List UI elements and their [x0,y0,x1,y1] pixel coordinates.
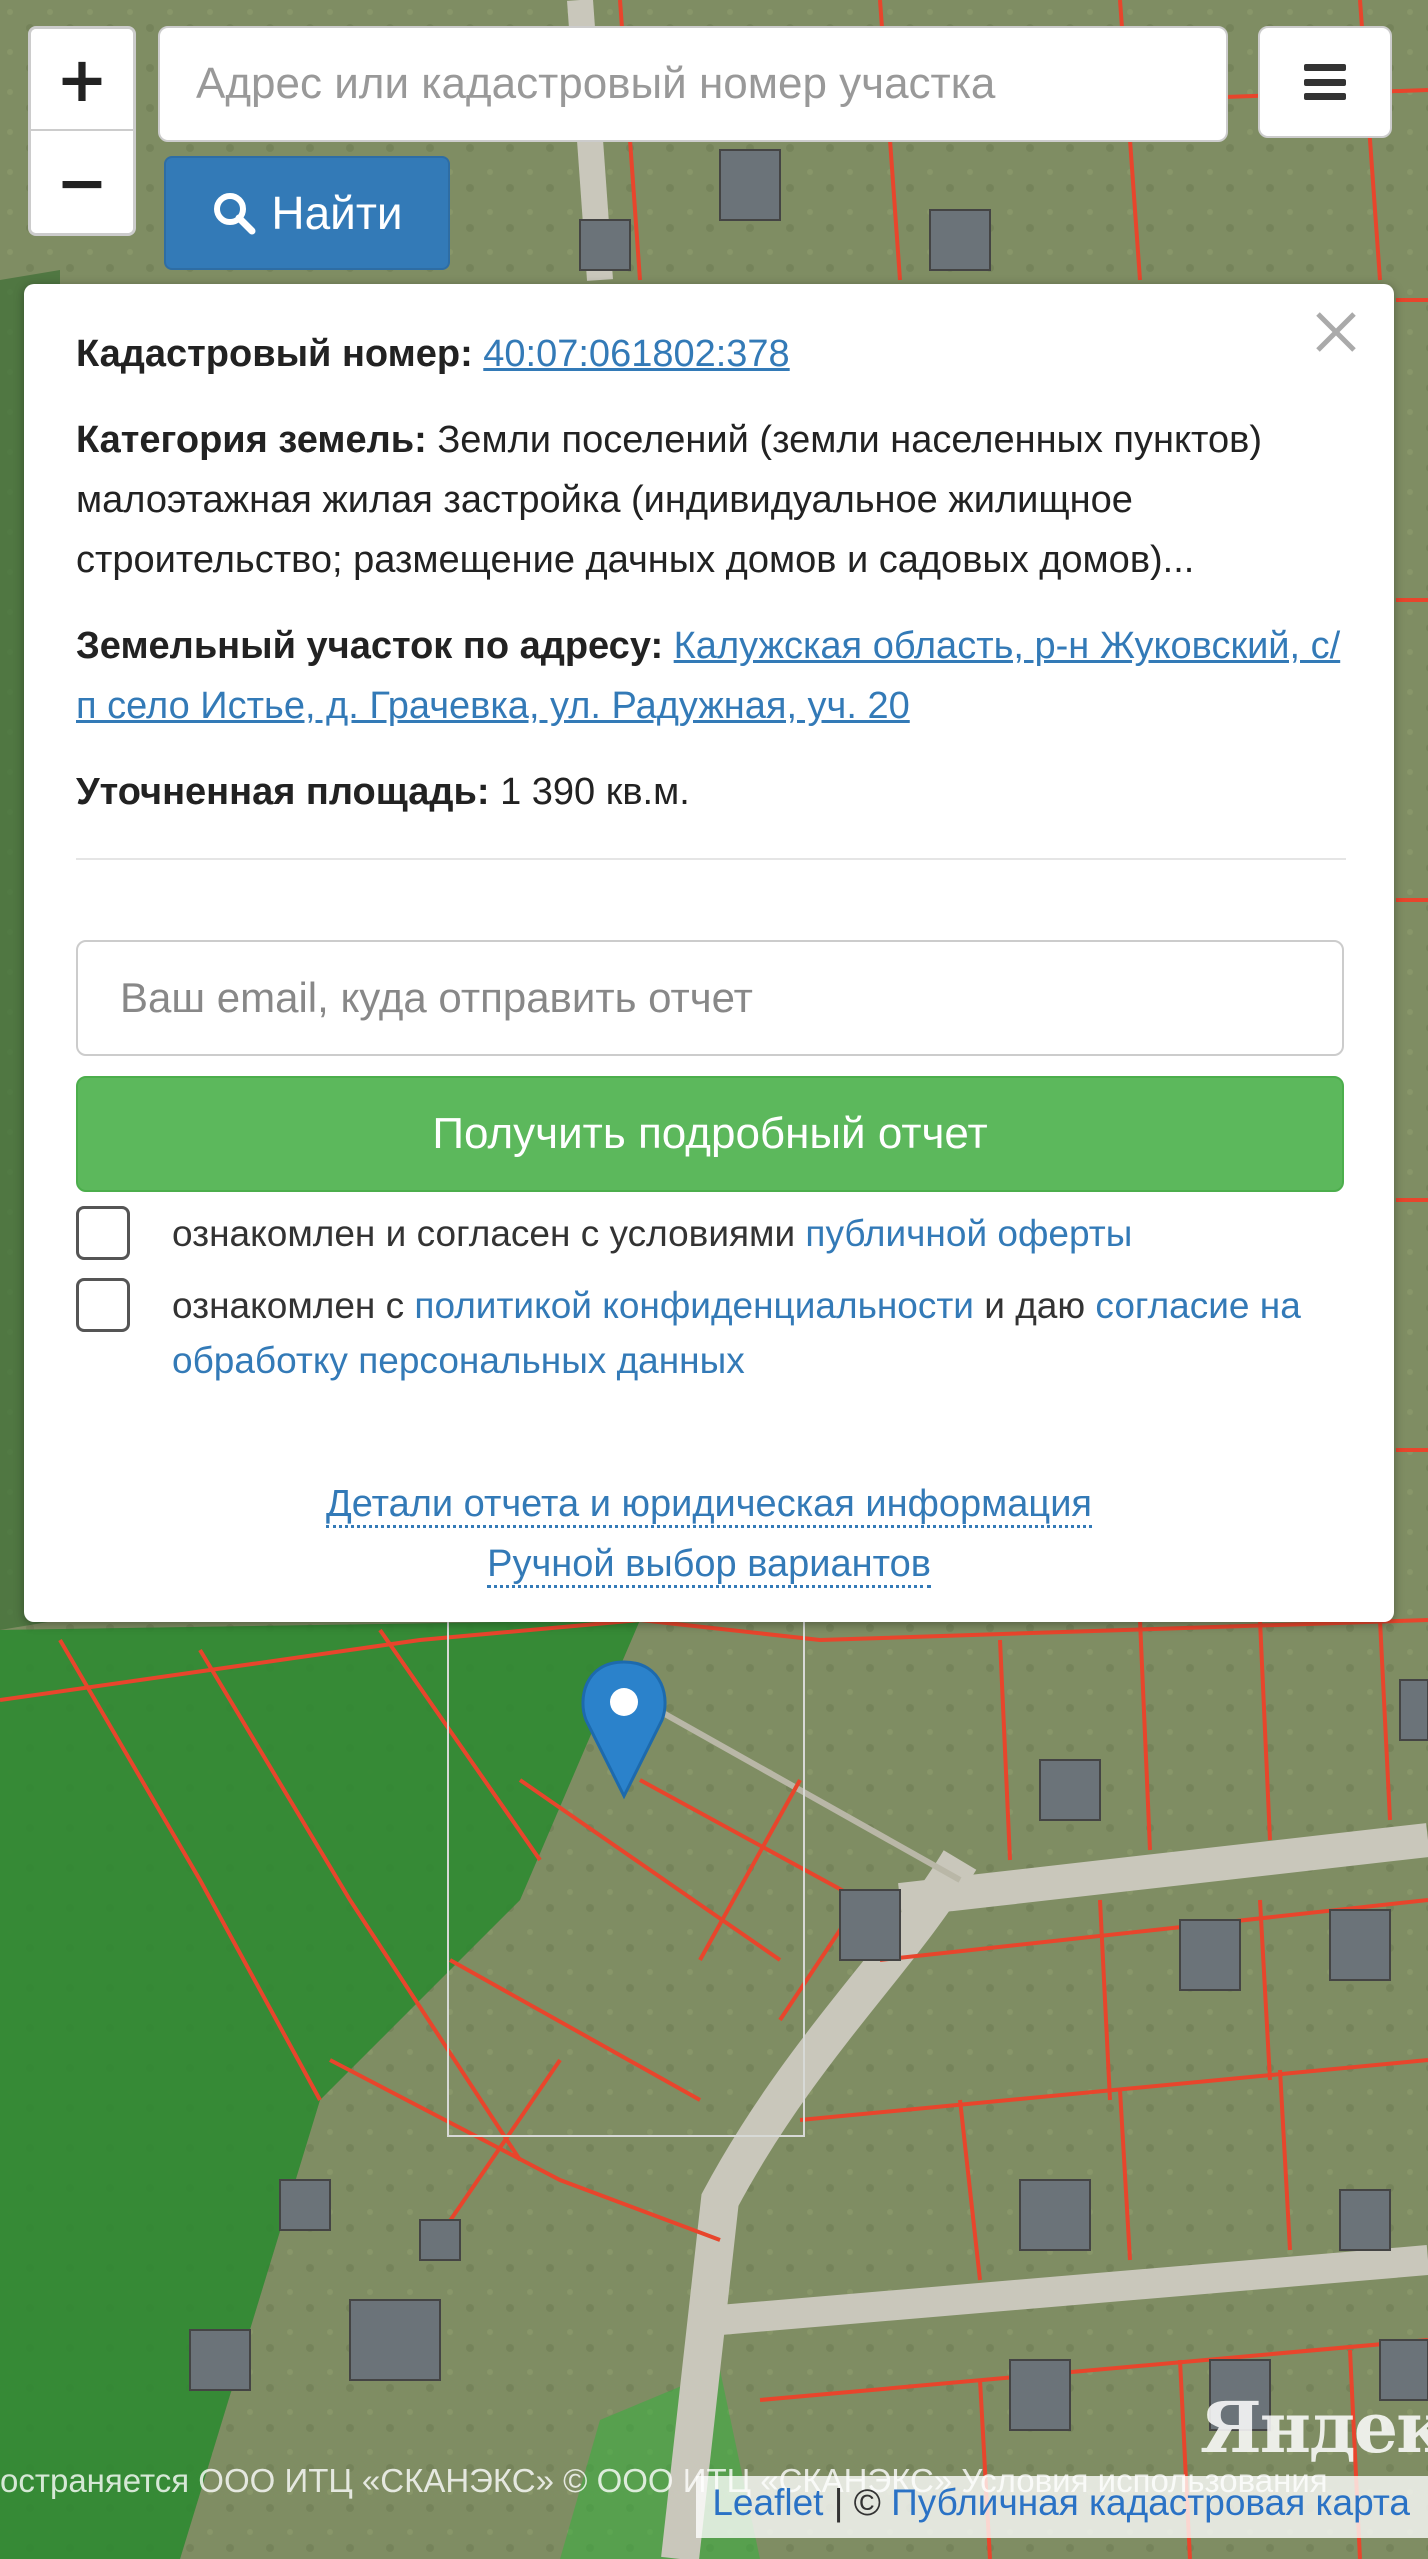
cadastral-number-link[interactable]: 40:07:061802:378 [483,333,789,375]
offer-consent-row: ознакомлен и согласен с условиями публич… [76,1206,1346,1261]
search-icon [214,193,256,235]
offer-consent-prefix: ознакомлен и согласен с условиями [172,1213,796,1254]
usage-text: малоэтажная жилая застройка (индивидуаль… [76,479,1195,581]
address-row: Земельный участок по адресу: Калужская о… [76,616,1346,736]
area-row: Уточненная площадь: 1 390 кв.м. [76,762,1346,822]
category-row: Категория земель: Земли поселений (земли… [76,410,1346,590]
cadastral-map-link[interactable]: Публичная кадастровая карта [891,2482,1410,2523]
leaflet-link[interactable]: Leaflet [712,2482,823,2523]
offer-checkbox[interactable] [76,1206,130,1260]
zoom-out-button[interactable]: − [31,131,133,233]
zoom-control: + − [28,26,136,236]
public-offer-link[interactable]: публичной оферты [805,1213,1132,1254]
email-input[interactable] [76,940,1344,1056]
privacy-checkbox[interactable] [76,1278,130,1332]
report-details-link[interactable]: Детали отчета и юридическая информация [326,1483,1092,1528]
get-report-button[interactable]: Получить подробный отчет [76,1076,1344,1192]
menu-button[interactable] [1258,26,1392,138]
yandex-logo: Яндекс [1200,2386,1428,2469]
category-value: Земли поселений (земли населенных пункто… [437,419,1262,461]
map-attribution: Leaflet | © Публичная кадастровая карта [696,2476,1428,2538]
area-label: Уточненная площадь: [76,771,490,813]
area-value: 1 390 кв.м. [500,771,690,813]
attribution-separator: | © [833,2482,881,2523]
cadastral-row: Кадастровый номер: 40:07:061802:378 [76,324,1346,384]
find-button-label: Найти [271,187,403,239]
privacy-policy-link[interactable]: политикой конфиденциальности [414,1285,974,1326]
divider [76,858,1346,860]
popup-footer-links: Детали отчета и юридическая информация Р… [24,1474,1394,1594]
parcel-info-popup: Кадастровый номер: 40:07:061802:378 Кате… [24,284,1394,1622]
offer-consent-text: ознакомлен и согласен с условиями публич… [172,1206,1346,1261]
cadastral-label: Кадастровый номер: [76,333,473,375]
category-label: Категория земель: [76,419,427,461]
privacy-consent-middle: и даю [984,1285,1086,1326]
privacy-consent-prefix: ознакомлен с [172,1285,405,1326]
parcel-details: Кадастровый номер: 40:07:061802:378 Кате… [76,324,1346,860]
search-input[interactable] [158,26,1228,142]
privacy-consent-text: ознакомлен с политикой конфиденциальност… [172,1278,1346,1388]
find-button[interactable]: Найти [164,156,450,270]
privacy-consent-row: ознакомлен с политикой конфиденциальност… [76,1278,1346,1388]
address-label: Земельный участок по адресу: [76,625,664,667]
menu-icon [1304,64,1346,100]
manual-selection-link[interactable]: Ручной выбор вариантов [487,1543,931,1588]
zoom-in-button[interactable]: + [31,29,133,131]
